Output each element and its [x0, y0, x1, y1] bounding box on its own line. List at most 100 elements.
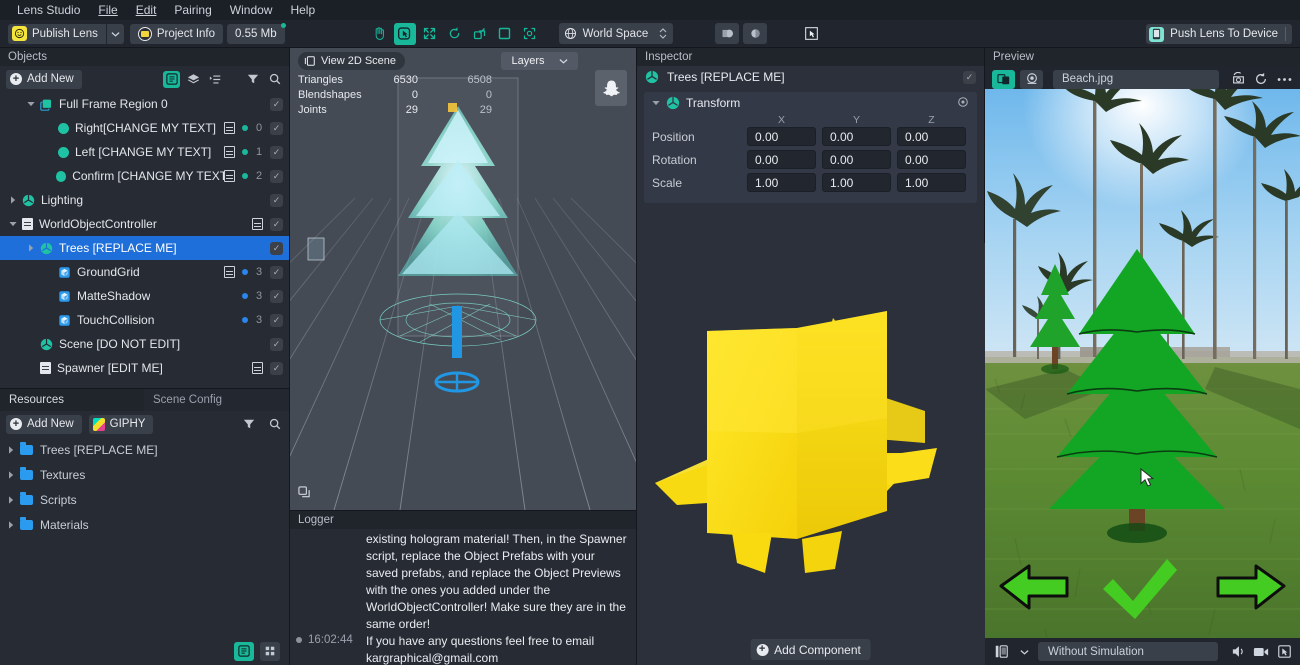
camera-secondary-button[interactable] — [743, 23, 768, 44]
menu-item-pairing[interactable]: Pairing — [165, 0, 220, 20]
object-visibility-checkbox[interactable]: ✓ — [270, 217, 283, 231]
object-row-touchcollision[interactable]: TouchCollision 3 ✓ — [0, 308, 289, 332]
disclosure-triangle-icon[interactable] — [8, 196, 18, 204]
script-component-icon[interactable] — [224, 146, 235, 158]
menu-item-file[interactable]: File — [89, 0, 126, 20]
capture-snapshot-icon[interactable] — [1275, 642, 1293, 661]
inspector-enabled-checkbox[interactable]: ✓ — [963, 70, 976, 84]
device-select-icon[interactable] — [992, 642, 1010, 661]
resource-folder-trees-replace-me[interactable]: Trees [REPLACE ME] — [0, 437, 289, 462]
object-row-lighting[interactable]: Lighting ✓ — [0, 188, 289, 212]
object-row-spawner-edit-me[interactable]: Spawner [EDIT ME] ✓ — [0, 356, 289, 380]
preview-media-button[interactable] — [992, 69, 1015, 89]
resource-folder-scripts[interactable]: Scripts — [0, 487, 289, 512]
project-info-button[interactable]: Project Info — [129, 23, 224, 44]
resources-search-icon[interactable] — [266, 416, 283, 433]
disclosure-triangle-icon[interactable] — [6, 470, 16, 479]
disclosure-triangle-icon[interactable] — [26, 101, 36, 107]
object-row-right-change-my-text[interactable]: Right[CHANGE MY TEXT] 0 ✓ — [0, 116, 289, 140]
object-visibility-checkbox[interactable]: ✓ — [270, 121, 283, 135]
object-visibility-checkbox[interactable]: ✓ — [270, 193, 283, 207]
preview-more-icon[interactable] — [1275, 70, 1293, 89]
hierarchy-icon[interactable] — [207, 71, 224, 88]
object-row-worldobjectcontroller[interactable]: WorldObjectController ✓ — [0, 212, 289, 236]
object-row-matteshadow[interactable]: MatteShadow 3 ✓ — [0, 284, 289, 308]
hand-tool-button[interactable] — [369, 23, 391, 45]
menu-item-help[interactable]: Help — [281, 0, 324, 20]
script-component-icon[interactable] — [224, 122, 235, 134]
move-tool-button[interactable] — [419, 23, 441, 45]
object-row-trees-replace-me[interactable]: Trees [REPLACE ME] ✓ — [0, 236, 289, 260]
object-row-full-frame-region-0[interactable]: Full Frame Region 0 ✓ — [0, 92, 289, 116]
transform-position-z-input[interactable]: 0.00 — [897, 127, 966, 146]
scale-tool-button[interactable] — [469, 23, 491, 45]
publish-lens-button[interactable]: Publish Lens — [8, 23, 106, 44]
menu-item-lens-studio[interactable]: Lens Studio — [8, 0, 89, 20]
push-lens-to-device-button[interactable]: Push Lens To Device — [1146, 24, 1292, 44]
tab-scene-config[interactable]: Scene Config — [144, 389, 289, 411]
project-size-badge[interactable]: 0.55 Mb — [227, 22, 286, 44]
add-component-button[interactable]: + Add Component — [750, 639, 871, 660]
resource-folder-textures[interactable]: Textures — [0, 462, 289, 487]
layers-select[interactable]: Layers — [501, 52, 578, 70]
gear-icon[interactable] — [957, 96, 969, 111]
transform-position-y-input[interactable]: 0.00 — [822, 127, 891, 146]
script-component-icon[interactable] — [252, 362, 263, 374]
object-visibility-checkbox[interactable]: ✓ — [270, 289, 283, 303]
object-row-confirm-change-my-text[interactable]: Confirm [CHANGE MY TEXT] 2 ✓ — [0, 164, 289, 188]
transform-rotation-z-input[interactable]: 0.00 — [897, 150, 966, 169]
preview-media-name[interactable]: Beach.jpg — [1053, 69, 1219, 89]
publish-dropdown-button[interactable] — [106, 23, 124, 44]
transform-position-x-input[interactable]: 0.00 — [747, 127, 816, 146]
scene-duplicate-icon[interactable] — [298, 486, 311, 502]
transform-scale-x-input[interactable]: 1.00 — [747, 173, 816, 192]
disclosure-triangle-icon[interactable] — [6, 495, 16, 504]
transform-rotation-x-input[interactable]: 0.00 — [747, 150, 816, 169]
transform-tool-button[interactable] — [519, 23, 541, 45]
object-visibility-checkbox[interactable]: ✓ — [270, 169, 283, 183]
transform-rotation-y-input[interactable]: 0.00 — [822, 150, 891, 169]
object-visibility-checkbox[interactable]: ✓ — [270, 145, 283, 159]
object-visibility-checkbox[interactable]: ✓ — [270, 313, 283, 327]
logger-entries[interactable]: existing hologram material! Then, in the… — [290, 529, 636, 665]
rotate-tool-button[interactable] — [444, 23, 466, 45]
screenshot-button[interactable] — [799, 23, 823, 44]
object-row-groundgrid[interactable]: GroundGrid 3 ✓ — [0, 260, 289, 284]
menu-item-edit[interactable]: Edit — [127, 0, 166, 20]
object-visibility-checkbox[interactable]: ✓ — [270, 265, 283, 279]
giphy-button[interactable]: GIPHY — [88, 414, 154, 434]
camera-preview-button[interactable] — [715, 23, 740, 44]
object-row-scene-do-not-edit[interactable]: Scene [DO NOT EDIT] ✓ — [0, 332, 289, 356]
disclosure-triangle-icon[interactable] — [6, 445, 16, 454]
preview-restart-icon[interactable] — [1252, 70, 1270, 89]
resource-folder-materials[interactable]: Materials — [0, 512, 289, 537]
object-visibility-checkbox[interactable]: ✓ — [270, 337, 283, 351]
object-row-left-change-my-text[interactable]: Left [CHANGE MY TEXT] 1 ✓ — [0, 140, 289, 164]
script-component-icon[interactable] — [224, 170, 235, 182]
simulation-select[interactable]: Without Simulation — [1038, 642, 1218, 661]
coordinate-space-select[interactable]: World Space — [558, 23, 674, 44]
object-visibility-checkbox[interactable]: ✓ — [270, 97, 283, 111]
script-component-icon[interactable] — [252, 218, 263, 230]
list-view-icon[interactable] — [163, 70, 180, 88]
resources-add-new-button[interactable]: + Add New — [6, 414, 82, 434]
objects-add-new-button[interactable]: + Add New — [6, 69, 82, 89]
layers-icon[interactable] — [185, 71, 202, 88]
device-dropdown-icon[interactable] — [1015, 642, 1033, 661]
preview-stage[interactable] — [985, 89, 1300, 665]
record-video-icon[interactable] — [1252, 642, 1270, 661]
disclosure-triangle-icon[interactable] — [8, 221, 18, 227]
preview-webcam-button[interactable] — [1020, 69, 1043, 89]
rect-tool-button[interactable] — [494, 23, 516, 45]
transform-scale-z-input[interactable]: 1.00 — [897, 173, 966, 192]
audio-icon[interactable] — [1229, 642, 1247, 661]
transform-scale-y-input[interactable]: 1.00 — [822, 173, 891, 192]
disclosure-triangle-icon[interactable] — [26, 244, 36, 252]
snapchat-ghost-icon[interactable] — [595, 70, 627, 106]
search-icon[interactable] — [266, 71, 283, 88]
resources-grid-view-button[interactable] — [260, 641, 280, 661]
filter-icon[interactable] — [244, 71, 261, 88]
object-visibility-checkbox[interactable]: ✓ — [270, 241, 283, 255]
object-visibility-checkbox[interactable]: ✓ — [270, 361, 283, 375]
resources-filter-icon[interactable] — [240, 416, 257, 433]
